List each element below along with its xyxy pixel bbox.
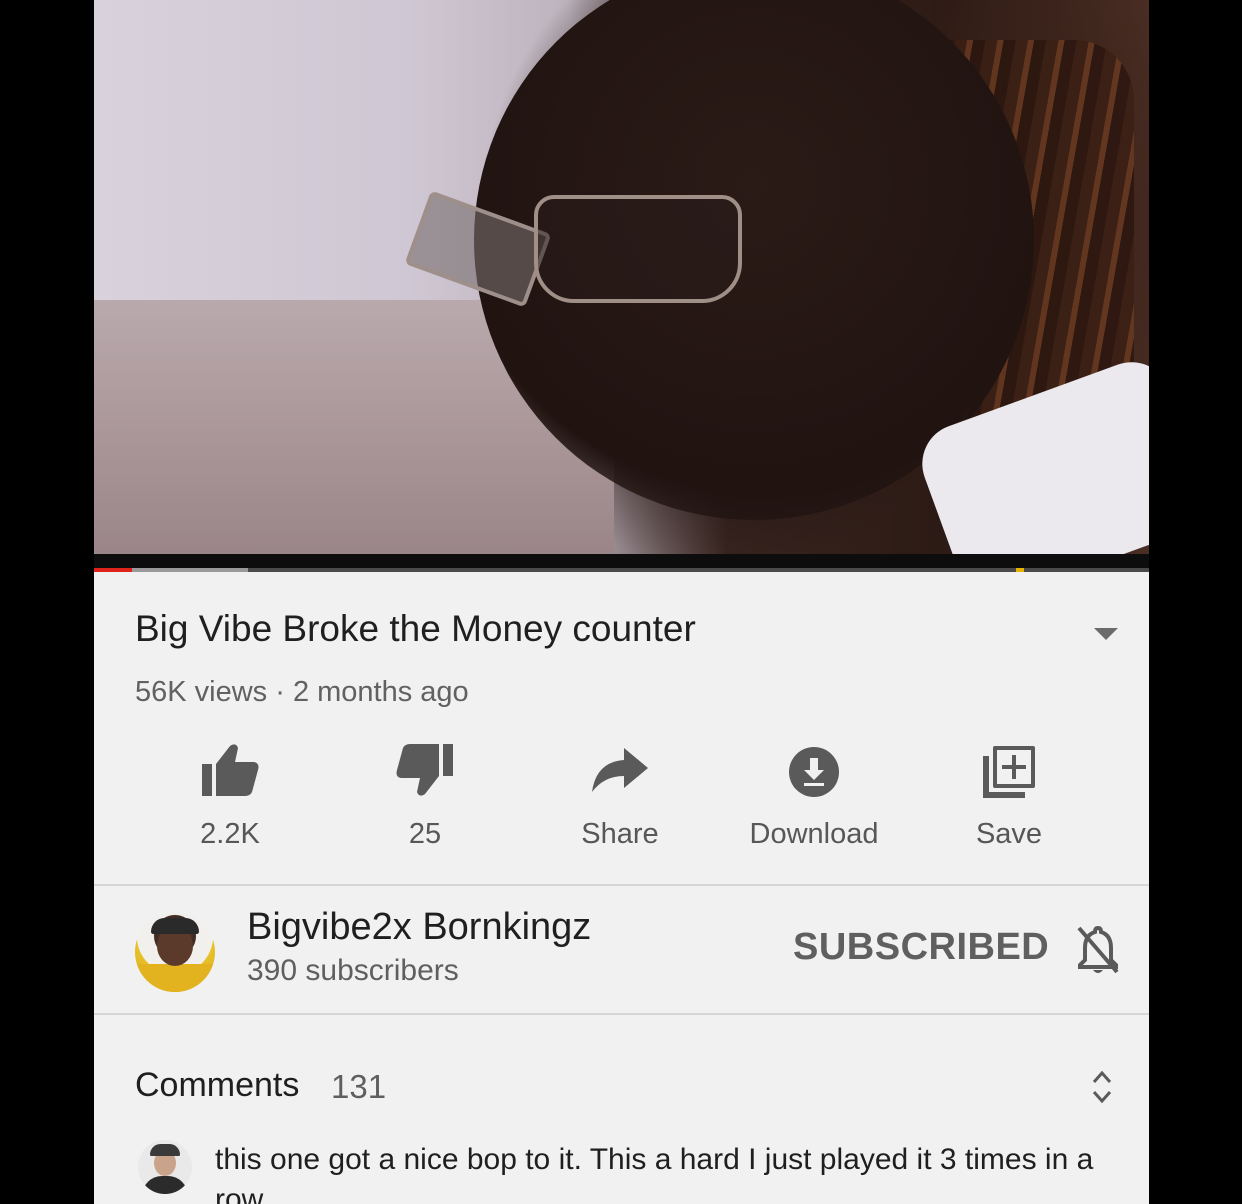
progress-track [94,568,1149,572]
chevron-down-icon[interactable] [1094,628,1118,640]
divider [94,884,1149,886]
commenter-avatar[interactable] [138,1140,192,1194]
comments-toggle-button[interactable] [1092,1068,1112,1111]
channel-name[interactable]: Bigvibe2x Bornkingz [247,906,591,949]
like-button[interactable]: 2.2K [150,742,310,851]
save-button[interactable]: Save [929,742,1089,851]
comments-label[interactable]: Comments [135,1066,299,1105]
video-frame-glasses-right [534,195,742,303]
download-label: Download [749,818,879,850]
progress-played [94,568,132,572]
add-to-playlist-icon [983,746,1035,798]
download-icon [789,747,839,797]
progress-buffered [131,568,249,572]
video-meta: 56K views · 2 months ago [135,676,469,708]
video-progress-bar[interactable] [94,554,1149,572]
share-button[interactable]: Share [540,742,700,851]
like-count: 2.2K [200,818,260,850]
progress-ad-marker [1016,568,1024,572]
subscribed-button[interactable]: SUBSCRIBED [793,926,1049,969]
commenter-cap [150,1144,180,1156]
comment-text: this one got a nice bop to it. This a ha… [215,1143,1094,1204]
subscriber-count: 390 subscribers [247,954,459,987]
notification-bell-button[interactable] [1075,924,1121,981]
save-label: Save [975,818,1043,850]
channel-avatar[interactable] [135,912,215,992]
avatar-cap [151,918,199,934]
share-icon [592,748,648,792]
thumbs-up-icon [202,744,259,796]
video-title: Big Vibe Broke the Money counter [135,608,696,649]
divider [94,1013,1149,1015]
expand-collapse-icon [1092,1070,1112,1104]
thumbs-down-icon [396,744,453,796]
bell-off-icon [1077,925,1119,974]
video-watch-page: Big Vibe Broke the Money counter 56K vie… [94,0,1149,1204]
video-player[interactable] [94,0,1149,554]
share-label: Share [581,818,659,850]
comments-count: 131 [331,1068,387,1105]
dislike-button[interactable]: 25 [345,742,505,851]
commenter-shirt [142,1176,188,1194]
avatar-jacket [135,964,215,992]
dislike-count: 25 [408,818,442,850]
download-button[interactable]: Download [734,742,894,851]
